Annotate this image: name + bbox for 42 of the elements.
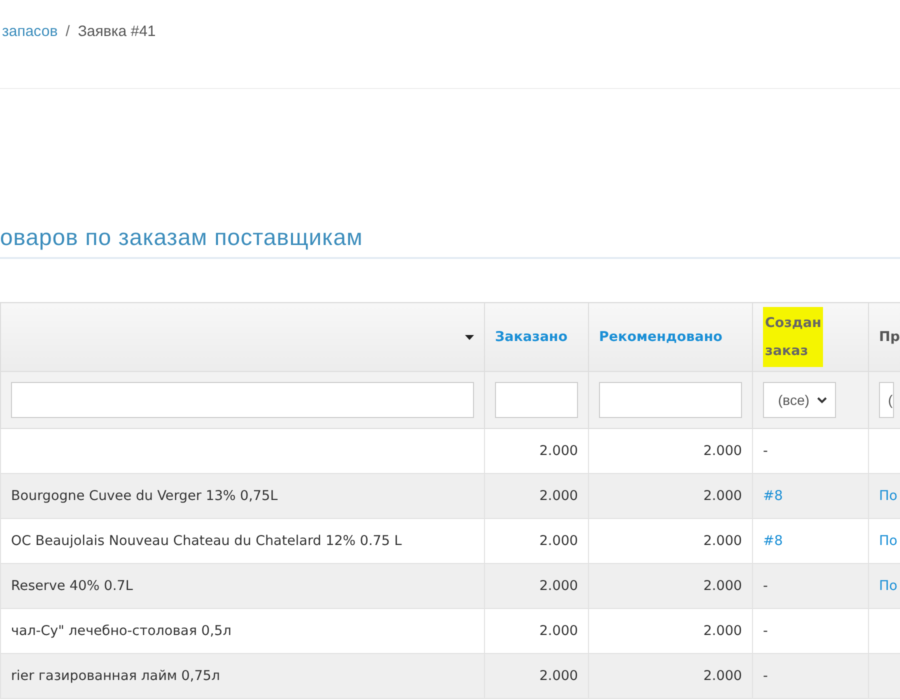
table-cell: 2.000 [484,608,588,654]
chevron-down-icon [817,396,828,404]
section-title: оваров по заказам поставщикам [0,224,900,259]
breadcrumb-current: Заявка #41 [78,22,156,40]
order-text: - [763,623,768,639]
order-text: - [763,443,768,459]
sort-caret-icon [465,334,474,340]
table-cell: 2.000 [484,564,588,608]
cell-link[interactable]: По [879,488,898,504]
table-cell: 2.000 [588,474,752,518]
table-cell: OC Beaujolais Nouveau Chateau du Chatelard 12% 0.75 L [0,518,484,564]
filter-select[interactable]: (все) [763,382,836,418]
filter-input[interactable] [11,382,474,418]
table-cell: 2.000 [484,518,588,564]
breadcrumb-separator: / [66,22,70,40]
filter-input[interactable] [599,382,742,418]
table-cell: Bourgogne Cuvee du Verger 13% 0,75L [0,474,484,518]
table-cell: 2.000 [588,654,752,698]
column-header[interactable]: Рекомендовано [588,302,752,372]
column-header[interactable]: Пр [868,302,900,372]
table-cell: 2.000 [588,428,752,474]
table-cell: 2.000 [588,518,752,564]
column-header[interactable]: Заказано [484,302,588,372]
table-cell: 2.000 [588,608,752,654]
table-cell: Reserve 40% 0.7L [0,564,484,608]
order-link[interactable]: #8 [763,533,783,549]
table-cell: 2.000 [484,474,588,518]
order-link[interactable]: #8 [763,488,783,504]
cell-link[interactable]: По [879,533,898,549]
filter-input[interactable] [495,382,578,418]
table-cell: 2.000 [484,654,588,698]
column-header[interactable]: Создан заказ [752,302,868,372]
breadcrumb-link[interactable]: запасов [2,22,58,40]
column-header[interactable] [0,302,484,372]
order-text: - [763,668,768,684]
filter-select[interactable]: ( [879,382,894,418]
table-cell: 2.000 [484,428,588,474]
table-cell: чал-Су" лечебно-столовая 0,5л [0,608,484,654]
cell-link[interactable]: По [879,578,898,594]
table-cell: rier газированная лайм 0,75л [0,654,484,698]
table-cell: 2.000 [588,564,752,608]
order-text: - [763,578,768,594]
